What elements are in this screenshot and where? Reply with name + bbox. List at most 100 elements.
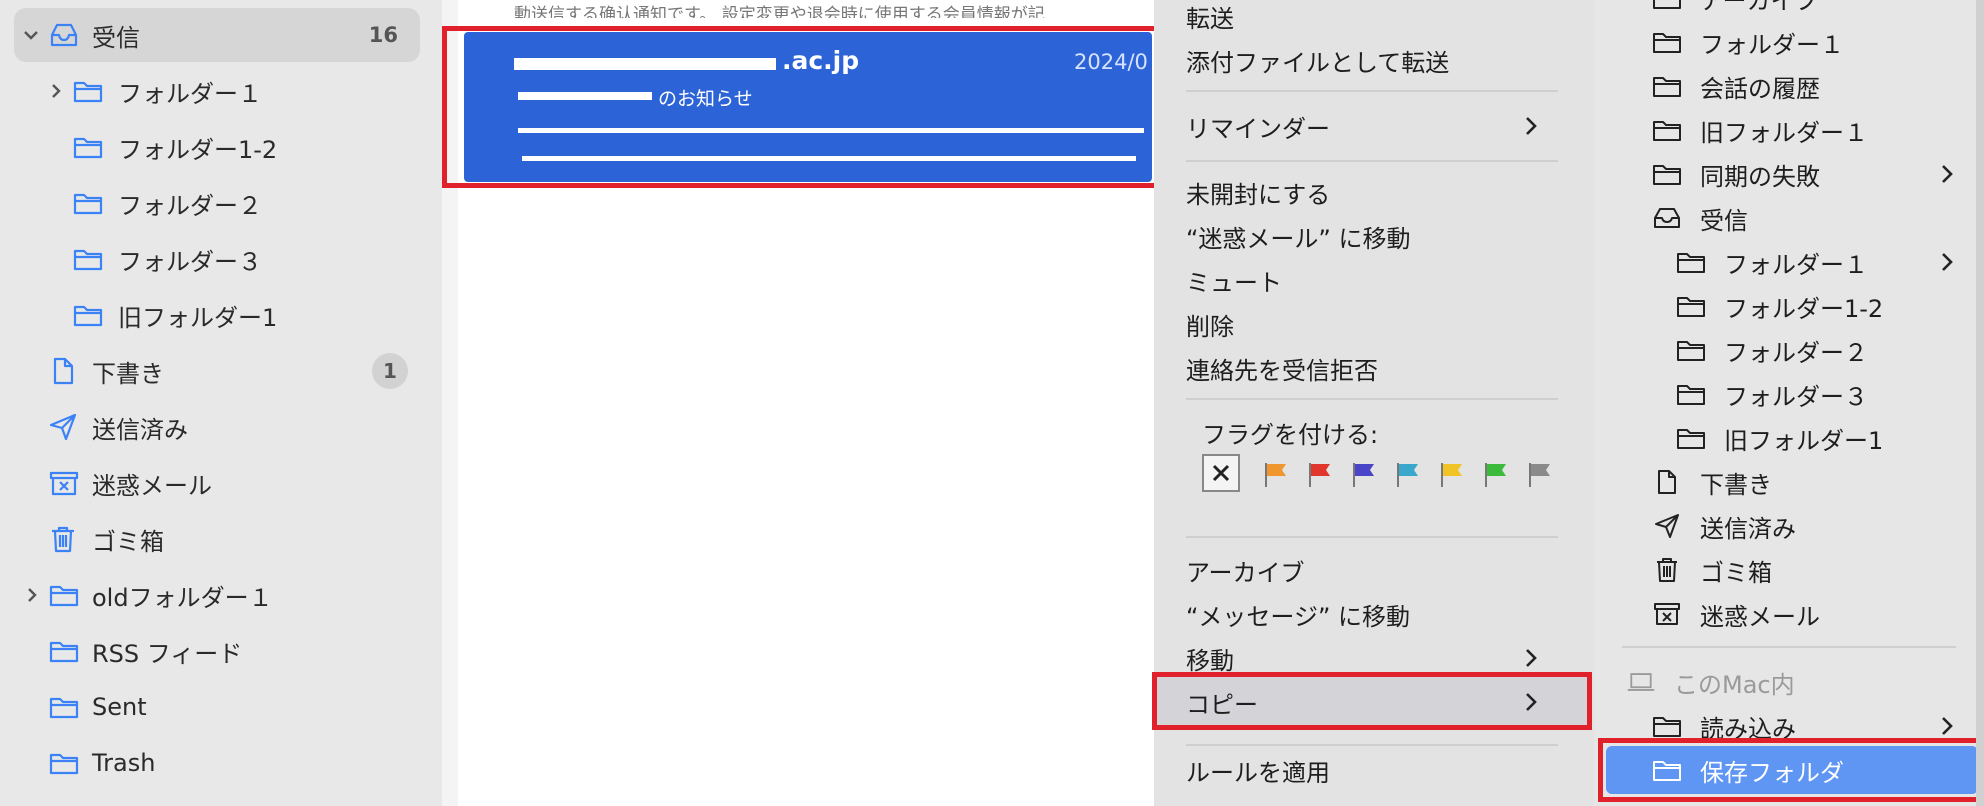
- chevron-right-icon: [1940, 251, 1954, 273]
- menu-item-move-to-messages[interactable]: “メッセージ” に移動: [1186, 594, 1410, 634]
- sidebar-item-rss[interactable]: RSS フィード: [14, 624, 420, 678]
- sidebar-item-inbox[interactable]: 受信 16: [14, 8, 420, 62]
- copy-submenu: アーカイブ フォルダー１ 会話の履歴 旧フォルダー１ 同期の失敗 受信 フォルダ…: [1594, 0, 1984, 806]
- submenu-item-inbox-folder2[interactable]: フォルダー２: [1676, 330, 1868, 370]
- chevron-right-icon[interactable]: [24, 586, 40, 604]
- sidebar-item-folder1[interactable]: フォルダー１: [14, 64, 420, 118]
- close-icon: [1212, 464, 1230, 482]
- menu-item-block-contact[interactable]: 連絡先を受信拒否: [1186, 348, 1378, 388]
- menu-item-delete[interactable]: 削除: [1186, 304, 1234, 344]
- sidebar-item-trash[interactable]: ゴミ箱: [14, 512, 420, 566]
- submenu-item-inbox[interactable]: 受信: [1652, 198, 1748, 238]
- laptop-icon: [1626, 670, 1656, 694]
- menu-item-forward[interactable]: 転送: [1186, 0, 1234, 36]
- sidebar-item-trash-en[interactable]: Trash: [14, 736, 420, 790]
- submenu-section-on-my-mac: このMac内: [1626, 662, 1795, 702]
- folder-icon: [1652, 30, 1682, 54]
- submenu-item-drafts[interactable]: 下書き: [1652, 462, 1772, 502]
- sidebar-item-label: RSS フィード: [92, 639, 243, 668]
- menu-item-archive[interactable]: アーカイブ: [1186, 550, 1305, 590]
- unread-count: 16: [368, 23, 398, 47]
- highlight-saved-folder: [1598, 738, 1984, 802]
- sidebar-item-drafts[interactable]: 下書き 1: [14, 344, 420, 398]
- menu-item-mute[interactable]: ミュート: [1186, 260, 1282, 300]
- submenu-item-inbox-folder3[interactable]: フォルダー３: [1676, 374, 1868, 414]
- drafts-count-badge: 1: [372, 353, 408, 389]
- sidebar-item-label: フォルダー１: [118, 79, 262, 108]
- sidebar-item-junk[interactable]: 迷惑メール: [14, 456, 420, 510]
- sidebar-item-sent[interactable]: 送信済み: [14, 400, 420, 454]
- sidebar-item-label: フォルダー３: [118, 247, 262, 276]
- folder-icon: [1652, 162, 1682, 186]
- flag-icon[interactable]: [1394, 460, 1422, 490]
- clear-flag-button[interactable]: [1202, 454, 1240, 492]
- folder-icon: [1676, 294, 1706, 318]
- submenu-item-trash[interactable]: ゴミ箱: [1652, 550, 1772, 590]
- folder-icon: [72, 246, 104, 272]
- sidebar-item-label: 送信済み: [92, 415, 188, 444]
- sidebar-item-folder3[interactable]: フォルダー３: [14, 232, 420, 286]
- flag-icon[interactable]: [1306, 460, 1334, 490]
- inbox-icon: [48, 21, 80, 49]
- menu-item-forward-as-attachment[interactable]: 添付ファイルとして転送: [1186, 40, 1449, 80]
- menu-item-apply-rules[interactable]: ルールを適用: [1186, 750, 1330, 790]
- chevron-right-icon: [1524, 115, 1538, 137]
- sidebar-item-label: Trash: [92, 749, 156, 777]
- submenu-item-conversation-history[interactable]: 会話の履歴: [1652, 66, 1820, 106]
- flag-icon[interactable]: [1482, 460, 1510, 490]
- trash-icon: [48, 524, 78, 554]
- submenu-item-folder1[interactable]: フォルダー１: [1652, 22, 1844, 62]
- folder-icon: [72, 78, 104, 104]
- sidebar-item-label: フォルダー２: [118, 191, 262, 220]
- folder-icon: [72, 134, 104, 160]
- sidebar-item-old-folder1[interactable]: 旧フォルダー1: [14, 288, 420, 342]
- folder-icon: [1676, 426, 1706, 450]
- flag-icon[interactable]: [1438, 460, 1466, 490]
- chevron-down-icon[interactable]: [22, 26, 40, 44]
- flag-icon[interactable]: [1526, 460, 1554, 490]
- menu-item-reminder[interactable]: リマインダー: [1186, 106, 1558, 146]
- folder-icon: [48, 638, 80, 664]
- submenu-item-sync-failure[interactable]: 同期の失敗: [1652, 154, 1954, 194]
- flag-icon[interactable]: [1350, 460, 1378, 490]
- sidebar-item-label: 旧フォルダー1: [118, 303, 278, 332]
- chevron-right-icon: [1524, 647, 1538, 669]
- submenu-item-inbox-folder1[interactable]: フォルダー１: [1676, 242, 1954, 282]
- folder-icon: [72, 302, 104, 328]
- sidebar-item-label: Sent: [92, 693, 147, 721]
- submenu-item-inbox-folder1-2[interactable]: フォルダー1-2: [1676, 286, 1883, 326]
- submenu-item-old-folder1[interactable]: 旧フォルダー１: [1652, 110, 1868, 150]
- highlight-selected-message: [442, 26, 1160, 188]
- flag-icon[interactable]: [1262, 460, 1290, 490]
- folder-icon: [1652, 714, 1682, 738]
- folder-icon: [72, 190, 104, 216]
- submenu-item-archive[interactable]: アーカイブ: [1652, 0, 1819, 18]
- inbox-icon: [1652, 205, 1682, 231]
- sidebar-item-label: 下書き: [92, 359, 164, 388]
- menu-item-move-to-junk[interactable]: “迷惑メール” に移動: [1186, 216, 1411, 256]
- document-icon: [1652, 468, 1682, 496]
- folder-icon: [48, 694, 80, 720]
- folder-icon: [1652, 74, 1682, 98]
- message-preview-text: 動送信する确认通知です。 設定変更や退会時に使用する会員情報が記: [514, 5, 1045, 18]
- menu-separator: [1622, 646, 1956, 648]
- menu-separator: [1186, 536, 1558, 538]
- chevron-right-icon[interactable]: [48, 82, 64, 100]
- sidebar: 受信 16 フォルダー１ フォルダー1-2 フォルダー２ フォルダー３ 旧フォル…: [0, 0, 442, 806]
- folder-icon: [1652, 118, 1682, 142]
- trash-icon: [1652, 556, 1682, 584]
- highlight-copy-item: [1152, 672, 1592, 730]
- sidebar-item-folder2[interactable]: フォルダー２: [14, 176, 420, 230]
- menu-separator: [1186, 90, 1558, 92]
- menu-item-mark-unread[interactable]: 未開封にする: [1186, 172, 1330, 212]
- sidebar-item-sent-en[interactable]: Sent: [14, 680, 420, 734]
- submenu-item-sent[interactable]: 送信済み: [1652, 506, 1796, 546]
- sidebar-item-folder1-2[interactable]: フォルダー1-2: [14, 120, 420, 174]
- sidebar-item-label: 受信: [92, 23, 140, 52]
- submenu-item-inbox-old-folder1[interactable]: 旧フォルダー1: [1676, 418, 1883, 458]
- document-icon: [48, 356, 78, 386]
- submenu-item-junk[interactable]: 迷惑メール: [1652, 594, 1820, 634]
- menu-separator: [1186, 398, 1558, 400]
- sidebar-item-old-folder-en[interactable]: oldフォルダー１: [14, 568, 420, 622]
- junk-icon: [48, 468, 80, 498]
